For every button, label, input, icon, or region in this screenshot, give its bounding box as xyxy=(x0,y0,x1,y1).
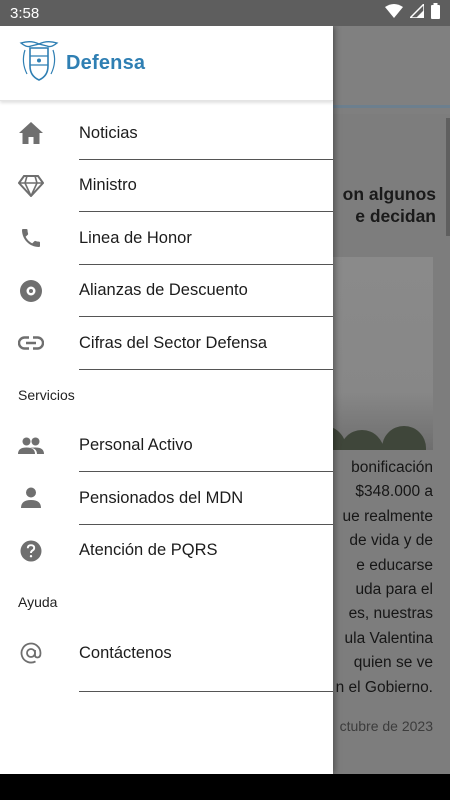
navigation-drawer: Defensa Noticias Ministro Linea de Honor… xyxy=(0,26,333,774)
menu-item-alianzas-de-descuento[interactable]: Alianzas de Descuento xyxy=(0,265,333,317)
status-bar: 3:58 xyxy=(0,0,450,26)
menu-item-atencion-de-pqrs[interactable]: Atención de PQRS xyxy=(0,525,333,578)
menu-item-label: Ministro xyxy=(79,176,137,195)
phone-icon xyxy=(17,226,45,250)
background-article-date: ctubre de 2023 xyxy=(339,718,433,734)
menu-item-label: Linea de Honor xyxy=(79,228,192,247)
menu-item-linea-de-honor[interactable]: Linea de Honor xyxy=(0,212,333,265)
help-icon xyxy=(17,540,45,562)
navigation-bar xyxy=(0,774,450,800)
signal-icon xyxy=(408,1,425,23)
home-icon xyxy=(17,121,45,145)
people-icon xyxy=(17,437,45,455)
menu-item-label: Atención de PQRS xyxy=(79,541,218,560)
menu-item-label: Noticias xyxy=(79,123,138,142)
section-label-servicios: Servicios xyxy=(18,386,75,403)
menu-item-label: Pensionados del MDN xyxy=(79,488,244,507)
link-icon xyxy=(17,336,45,350)
menu-item-personal-activo[interactable]: Personal Activo xyxy=(0,420,333,472)
drawer-header: Defensa xyxy=(0,26,333,101)
menu-item-label: Personal Activo xyxy=(79,436,193,455)
person-icon xyxy=(17,487,45,509)
divider xyxy=(79,368,333,370)
menu-item-ministro[interactable]: Ministro xyxy=(0,160,333,212)
menu-item-pensionados-del-mdn[interactable]: Pensionados del MDN xyxy=(0,472,333,525)
menu-item-noticias[interactable]: Noticias xyxy=(0,107,333,160)
status-time: 3:58 xyxy=(10,4,40,22)
menu-item-contactenos[interactable]: Contáctenos xyxy=(0,627,333,692)
menu-item-label: Alianzas de Descuento xyxy=(79,281,248,300)
coat-of-arms-icon xyxy=(17,38,61,89)
wifi-icon xyxy=(385,3,403,23)
menu-item-cifras-del-sector-defensa[interactable]: Cifras del Sector Defensa xyxy=(0,317,333,370)
disc-icon xyxy=(17,279,45,303)
battery-icon xyxy=(431,2,440,24)
menu-item-label: Contáctenos xyxy=(79,643,172,662)
menu-item-label: Cifras del Sector Defensa xyxy=(79,333,268,352)
logo-text: Defensa xyxy=(66,51,146,74)
divider xyxy=(79,690,333,692)
at-icon xyxy=(17,642,45,664)
diamond-icon xyxy=(17,174,45,197)
status-icons xyxy=(385,1,440,24)
background-scrollbar xyxy=(446,118,450,236)
section-label-ayuda: Ayuda xyxy=(18,594,58,610)
